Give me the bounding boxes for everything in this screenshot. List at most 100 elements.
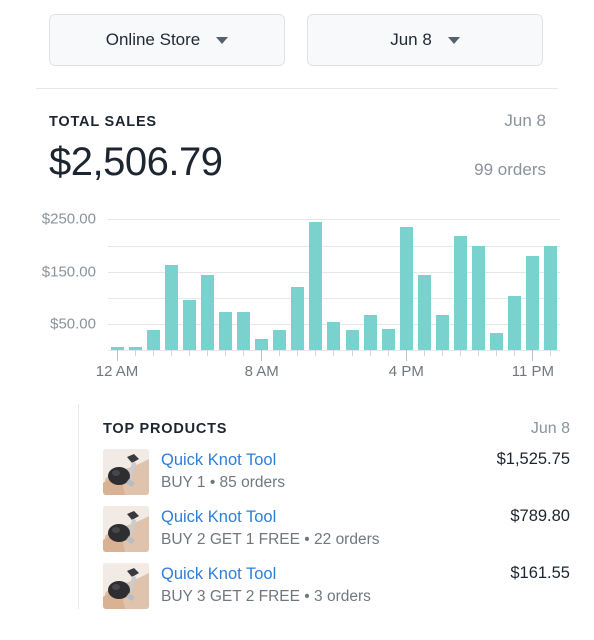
chart-bar-slot: [488, 209, 506, 350]
total-sales-section: TOTAL SALES Jun 8 $2,506.79 99 orders: [0, 89, 594, 185]
chart-bar[interactable]: [219, 312, 233, 350]
chart-bar-slot: [180, 209, 198, 350]
chart-bar[interactable]: [182, 300, 196, 350]
chart-bar-slot: [271, 209, 289, 350]
chart-bar[interactable]: [255, 338, 269, 350]
chart-tick-slot: [198, 350, 216, 362]
chart-bar[interactable]: [472, 245, 486, 350]
chart-bar-slot: [216, 209, 234, 350]
store-filter-dropdown[interactable]: Online Store: [49, 14, 285, 66]
chart-tick-slot: [488, 350, 506, 362]
product-thumbnail[interactable]: [103, 506, 149, 552]
chart-bar-slot: [524, 209, 542, 350]
chart-bar[interactable]: [327, 322, 341, 350]
product-name-link[interactable]: Quick Knot Tool: [161, 450, 497, 471]
chart-bar-slot: [235, 209, 253, 350]
chart-bar[interactable]: [237, 312, 251, 350]
chart-tick-slot: [289, 350, 307, 362]
product-info: Quick Knot Tool BUY 1 • 85 orders: [149, 449, 497, 492]
product-row[interactable]: Quick Knot Tool BUY 3 GET 2 FREE • 3 orde…: [103, 563, 594, 609]
chart-bar[interactable]: [490, 332, 504, 350]
total-sales-header: TOTAL SALES Jun 8: [49, 111, 546, 131]
total-sales-amount: $2,506.79: [49, 140, 223, 184]
chart-tick-slot: [253, 350, 271, 362]
chart-x-tick: [423, 350, 425, 356]
chart-bar-slot: [451, 209, 469, 350]
chart-x-tick-label: 12 AM: [95, 363, 139, 380]
chart-x-tick: [225, 350, 226, 356]
product-thumbnail[interactable]: [103, 449, 149, 495]
chart-bar[interactable]: [526, 256, 540, 350]
chart-x-tick-label: 8 AM: [244, 363, 279, 380]
chart-bar-slot: [198, 209, 216, 350]
chart-bar[interactable]: [164, 264, 178, 350]
chart-x-tick: [243, 350, 245, 356]
product-info: Quick Knot Tool BUY 2 GET 1 FREE • 22 ord…: [149, 506, 510, 549]
chart-x-axis: 12 AM 8 AM 4 PM 11 PM: [96, 363, 560, 385]
chart-bar[interactable]: [345, 330, 359, 350]
chart-tick-slot: [361, 350, 379, 362]
chart-bar[interactable]: [508, 296, 522, 350]
chart-bar[interactable]: [146, 330, 160, 350]
chart-bar[interactable]: [435, 314, 449, 350]
chart-x-tick-label: 4 PM: [388, 363, 424, 380]
total-sales-label: TOTAL SALES: [49, 114, 157, 130]
top-products-date: Jun 8: [530, 420, 570, 437]
chart-bar[interactable]: [273, 330, 287, 350]
chart-bar-slot: [126, 209, 144, 350]
chart-bar-slot: [397, 209, 415, 350]
chart-y-tick-label: $150.00: [41, 263, 96, 281]
product-row[interactable]: Quick Knot Tool BUY 2 GET 1 FREE • 22 ord…: [103, 506, 594, 552]
chart-bar[interactable]: [417, 275, 431, 350]
product-info: Quick Knot Tool BUY 3 GET 2 FREE • 3 orde…: [149, 563, 510, 606]
chart-tick-slot: [470, 350, 488, 362]
product-thumbnail-image: [103, 563, 149, 609]
chart-bar-slot: [253, 209, 271, 350]
chart-bar[interactable]: [309, 222, 323, 350]
date-filter-dropdown[interactable]: Jun 8: [307, 14, 543, 66]
chart-tick-slot: [506, 350, 524, 362]
chart-bar[interactable]: [381, 329, 395, 350]
chart-bars: [108, 209, 560, 350]
chart-y-tick-label: $250.00: [41, 210, 96, 228]
product-name-link[interactable]: Quick Knot Tool: [161, 507, 510, 528]
chevron-down-icon: [216, 36, 229, 44]
chart-x-tick: [261, 350, 263, 361]
chart-bar-slot: [325, 209, 343, 350]
chart-bar[interactable]: [454, 236, 468, 350]
chart-x-tick: [351, 350, 353, 356]
chart-bar[interactable]: [363, 314, 377, 350]
chart-x-tick: [116, 350, 118, 361]
product-row[interactable]: Quick Knot Tool BUY 1 • 85 orders $1,525.7…: [103, 449, 594, 495]
chart-x-tick: [514, 350, 516, 356]
chart-tick-slot: [542, 350, 560, 362]
total-sales-orders: 99 orders: [474, 160, 546, 179]
chart-x-tick: [496, 350, 498, 356]
product-thumbnail[interactable]: [103, 563, 149, 609]
chart-bar-slot: [361, 209, 379, 350]
chevron-down-icon: [447, 36, 460, 44]
chart-tick-slot: [433, 350, 451, 362]
product-name-link[interactable]: Quick Knot Tool: [161, 564, 510, 585]
chart-x-tick: [478, 350, 480, 356]
chart-x-tick-label: 11 PM: [511, 363, 554, 380]
chart-x-tick: [550, 350, 552, 356]
chart-bar[interactable]: [544, 245, 558, 350]
chart-x-tick: [134, 350, 136, 356]
product-detail: BUY 3 GET 2 FREE • 3 orders: [161, 587, 371, 605]
chart-bar-slot: [542, 209, 560, 350]
chart-x-tick: [170, 350, 172, 356]
chart-bar[interactable]: [200, 275, 214, 350]
chart-tick-slot: [451, 350, 469, 362]
chart-bar-slot: [307, 209, 325, 350]
chart-x-tick: [152, 350, 154, 356]
product-price: $789.80: [510, 507, 570, 525]
chart-bar[interactable]: [399, 227, 413, 350]
sales-bar-chart: $250.00 $150.00 $50.00 12 AM 8 AM 4 PM 11 PM: [0, 203, 594, 388]
chart-x-tick: [188, 350, 190, 356]
chart-tick-slot: [524, 350, 542, 362]
chart-bar[interactable]: [291, 287, 305, 350]
product-detail: BUY 1 • 85 orders: [161, 473, 286, 491]
chart-tick-slot: [235, 350, 253, 362]
chart-tick-slot: [271, 350, 289, 362]
